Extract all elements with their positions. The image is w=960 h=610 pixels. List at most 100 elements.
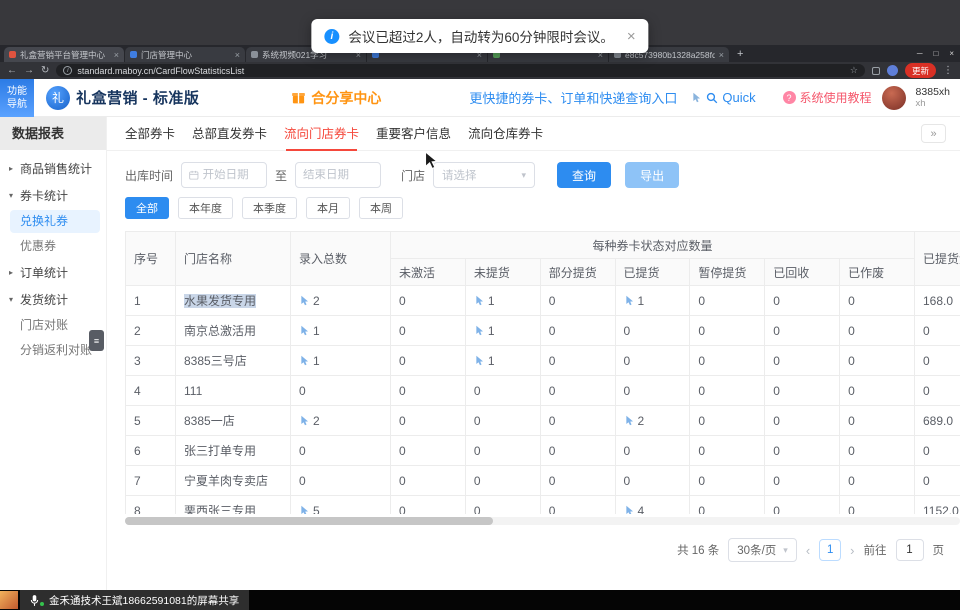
content-tab[interactable]: 流向门店券卡: [284, 117, 359, 151]
extensions-icon[interactable]: [872, 67, 880, 75]
share-center-link[interactable]: 合分享中心: [291, 88, 381, 108]
count-cell: 0: [615, 346, 690, 376]
sidebar-subitem[interactable]: 兑换礼券: [10, 210, 100, 233]
expand-tabs-icon[interactable]: »: [921, 124, 946, 143]
quick-filter-button[interactable]: 本月: [306, 197, 350, 219]
count-cell: 0: [540, 346, 615, 376]
logo-icon: 礼: [46, 86, 70, 110]
search-icon: [706, 92, 718, 104]
count-cell: 0: [840, 406, 915, 436]
quick-entry-link[interactable]: 更快捷的券卡、订单和快递查询入口: [469, 88, 677, 107]
scrollbar-thumb[interactable]: [125, 517, 493, 525]
count-cell[interactable]: 2: [291, 406, 391, 436]
url-field[interactable]: i standard.maboy.cn/CardFlowStatisticsLi…: [56, 64, 865, 77]
end-date-field[interactable]: [303, 169, 373, 181]
count-cell: 0: [690, 316, 765, 346]
col-total: 录入总数: [291, 232, 391, 286]
tab-close-icon[interactable]: ×: [719, 50, 724, 60]
prev-page-icon[interactable]: ‹: [806, 543, 810, 558]
count-cell[interactable]: 4: [615, 496, 690, 515]
count-cell[interactable]: 1: [291, 316, 391, 346]
sidebar-collapse-handle[interactable]: ≡: [89, 330, 104, 351]
count-cell[interactable]: 1: [615, 286, 690, 316]
count-cell[interactable]: 1: [465, 286, 540, 316]
count-cell: 0: [391, 496, 466, 515]
export-button[interactable]: 导出: [625, 162, 679, 188]
content-tab[interactable]: 流向仓库券卡: [468, 117, 543, 151]
start-date-field[interactable]: [203, 169, 259, 181]
taskbar-app-icon[interactable]: [0, 591, 18, 609]
minimize-icon[interactable]: ─: [917, 49, 923, 58]
browser-profile-avatar[interactable]: [887, 65, 898, 76]
close-window-icon[interactable]: ×: [949, 49, 954, 58]
content-tab[interactable]: 总部直发券卡: [192, 117, 267, 151]
search-button[interactable]: 查询: [557, 162, 611, 188]
nav-toggle-button[interactable]: 功能导航: [0, 79, 34, 117]
col-status: 暂停提货: [690, 259, 765, 286]
app-logo: 礼 礼盒营销 - 标准版: [46, 86, 199, 110]
site-info-icon[interactable]: i: [63, 66, 72, 75]
browser-menu-icon[interactable]: ⋮: [943, 66, 953, 76]
start-date-input[interactable]: [181, 162, 267, 188]
count-cell[interactable]: 1: [465, 346, 540, 376]
pagination-total: 共 16 条: [677, 542, 719, 558]
horizontal-scrollbar[interactable]: [125, 517, 960, 525]
quick-filter-button[interactable]: 本周: [359, 197, 403, 219]
browser-tab[interactable]: 门店管理中心×: [125, 47, 245, 62]
user-meta: 8385xh xh: [916, 87, 950, 109]
pointer-icon: [624, 415, 635, 426]
reload-icon[interactable]: ↻: [41, 66, 49, 76]
browser-tab[interactable]: 礼盒营销平台管理中心×: [4, 47, 124, 62]
tutorial-link[interactable]: ? 系统使用教程: [783, 89, 872, 106]
count-cell[interactable]: 5: [291, 496, 391, 515]
chevron-down-icon: ▾: [522, 170, 527, 181]
range-separator: 至: [275, 167, 287, 184]
share-status: 金禾通技术王斌18662591081的屏幕共享: [20, 590, 249, 610]
count-cell[interactable]: 2: [615, 406, 690, 436]
triangle-right-icon: ▸: [7, 268, 15, 277]
content-tab[interactable]: 全部券卡: [125, 117, 175, 151]
count-cell[interactable]: 2: [291, 286, 391, 316]
quick-filter-button[interactable]: 本年度: [178, 197, 233, 219]
browser-update-button[interactable]: 更新: [905, 63, 936, 78]
share-text: 金禾通技术王斌18662591081的屏幕共享: [49, 593, 239, 608]
col-no: 序号: [126, 232, 176, 286]
sidebar-subitem[interactable]: 优惠券: [0, 234, 106, 259]
header-right-group: ? 系统使用教程 8385xh xh: [783, 86, 950, 110]
maximize-icon[interactable]: □: [933, 49, 938, 58]
pointer-icon: [299, 325, 310, 336]
store-cell: 栗西张三专用: [176, 496, 291, 515]
store-select[interactable]: 请选择 ▾: [433, 162, 535, 188]
user-sub: xh: [916, 98, 950, 109]
back-icon[interactable]: ←: [7, 66, 17, 76]
sidebar-item[interactable]: ▸商品销售统计: [0, 155, 106, 182]
current-page[interactable]: 1: [819, 539, 841, 561]
quick-search[interactable]: Quick: [691, 90, 755, 105]
count-cell[interactable]: 1: [291, 346, 391, 376]
store-select-placeholder: 请选择: [442, 167, 477, 183]
sidebar-item[interactable]: ▸订单统计: [0, 259, 106, 286]
sidebar-item[interactable]: ▾券卡统计: [0, 182, 106, 209]
no-cell: 1: [126, 286, 176, 316]
end-date-input[interactable]: [295, 162, 381, 188]
next-page-icon[interactable]: ›: [850, 543, 854, 558]
new-tab-button[interactable]: +: [730, 45, 750, 62]
sidebar-item[interactable]: ▾发货统计: [0, 286, 106, 313]
quick-filter-button[interactable]: 本季度: [242, 197, 297, 219]
page-size-select[interactable]: 30条/页 ▾: [728, 538, 797, 562]
count-cell[interactable]: 1: [465, 316, 540, 346]
close-icon[interactable]: ×: [627, 28, 636, 45]
quick-filter-button[interactable]: 全部: [125, 197, 169, 219]
goto-page-input[interactable]: [896, 539, 924, 561]
content-tab[interactable]: 重要客户信息: [376, 117, 451, 151]
forward-icon[interactable]: →: [24, 66, 34, 76]
bookmark-star-icon[interactable]: ☆: [850, 65, 858, 76]
count-cell: 0: [291, 376, 391, 406]
tab-close-icon[interactable]: ×: [114, 50, 119, 60]
no-cell: 7: [126, 466, 176, 496]
store-cell: 南京总激活用: [176, 316, 291, 346]
col-amount: 已提货金额: [915, 232, 960, 286]
pointer-icon: [299, 355, 310, 366]
tab-close-icon[interactable]: ×: [235, 50, 240, 60]
user-avatar[interactable]: [882, 86, 906, 110]
